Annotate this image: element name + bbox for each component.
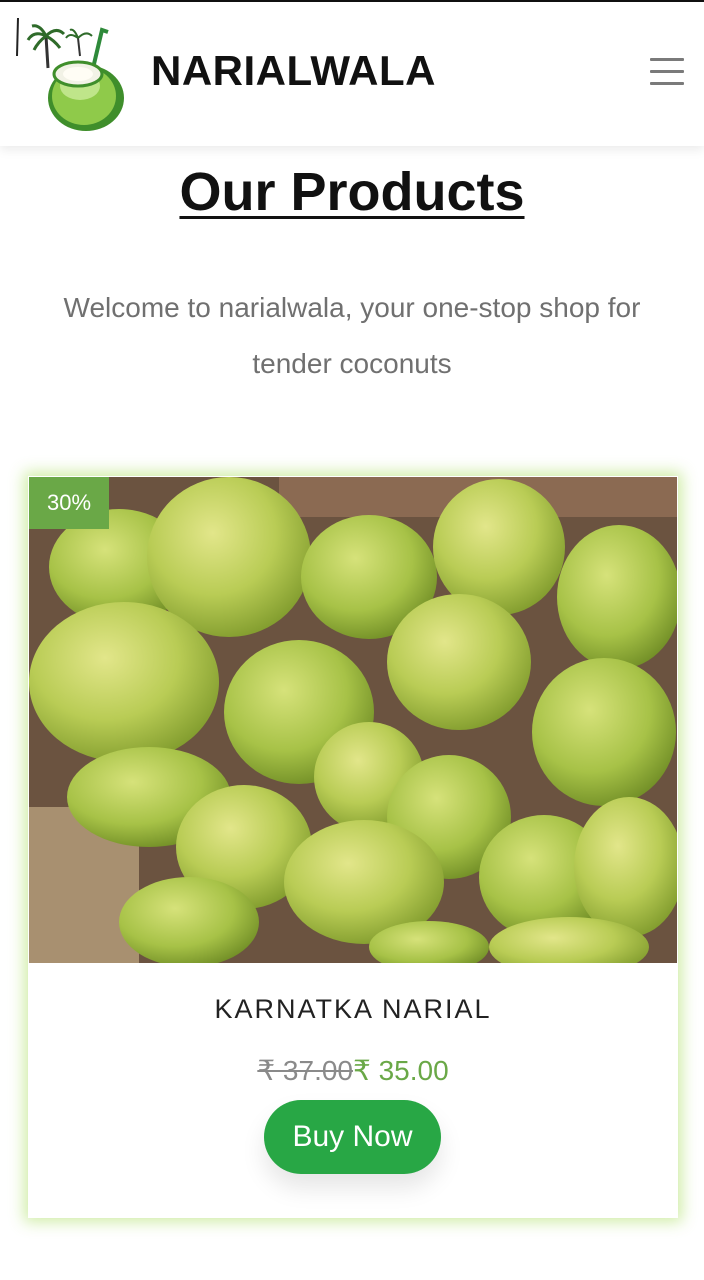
product-name[interactable]: KARNATKA NARIAL: [28, 994, 678, 1025]
page-title: Our Products: [0, 160, 704, 224]
product-image[interactable]: [29, 477, 677, 963]
price-block: ₹ 37.00₹ 35.00: [28, 1054, 678, 1088]
brand-name[interactable]: NARIALWALA: [151, 46, 436, 96]
page-title-text: Our Products: [179, 162, 525, 222]
buy-now-button[interactable]: Buy Now: [264, 1100, 441, 1174]
old-price: ₹ 37.00: [257, 1055, 353, 1086]
site-header: NARIALWALA: [0, 2, 704, 146]
discount-badge: 30%: [29, 477, 109, 529]
product-card: 30% KARNATKA NARIAL ₹ 37.00₹ 35.00 Buy N…: [28, 476, 678, 1218]
coconut-logo-icon[interactable]: [14, 16, 130, 134]
hamburger-menu-icon[interactable]: [650, 58, 686, 94]
new-price: ₹ 35.00: [353, 1055, 449, 1086]
intro-text: Welcome to narialwala, your one-stop sho…: [63, 292, 641, 379]
